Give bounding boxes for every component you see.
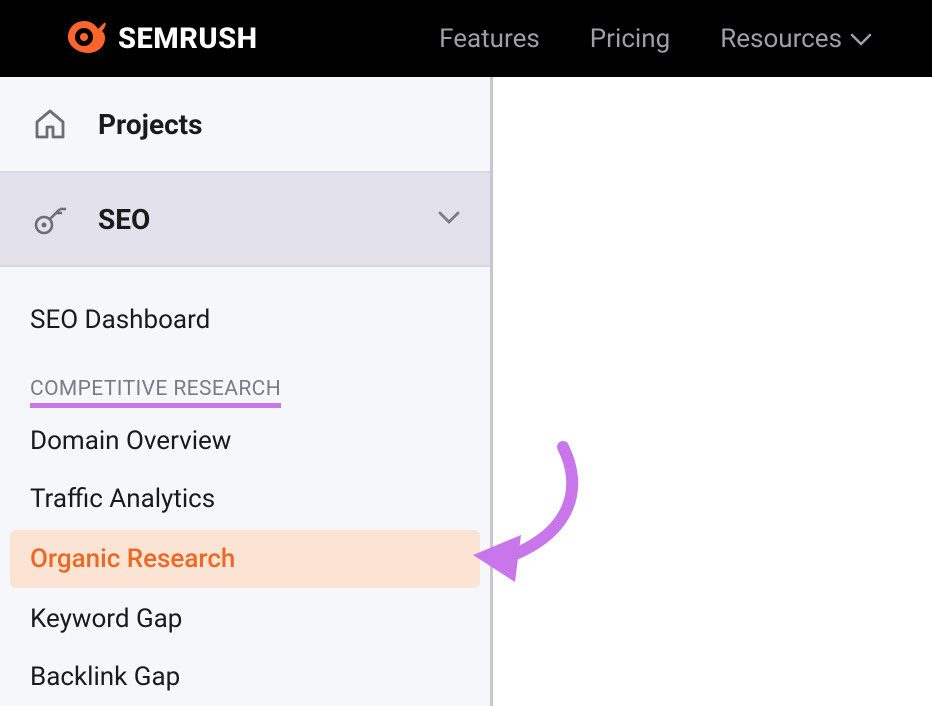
sidebar-item-traffic-analytics[interactable]: Traffic Analytics [30,470,460,528]
top-header: SEMRUSH Features Pricing Resources [0,0,932,77]
annotation-arrow-icon [453,437,603,601]
main-content [493,77,932,706]
content-wrap: Projects SEO [0,77,932,706]
nav-resources-label: Resources [720,24,842,54]
chevron-down-icon [438,210,460,229]
seo-submenu: SEO Dashboard COMPETITIVE RESEARCH Domai… [0,267,490,706]
nav-features[interactable]: Features [439,24,540,54]
sidebar-item-label: SEO Dashboard [30,305,210,335]
nav-pricing-label: Pricing [590,24,670,54]
sidebar-item-domain-overview[interactable]: Domain Overview [30,412,460,470]
sidebar-item-seo[interactable]: SEO [0,171,490,267]
left-sidebar: Projects SEO [0,77,493,706]
sidebar-item-label: Organic Research [30,544,235,574]
semrush-flame-icon [60,13,108,65]
sidebar-item-label: Traffic Analytics [30,484,215,514]
nav-resources[interactable]: Resources [720,24,872,54]
nav-pricing[interactable]: Pricing [590,24,670,54]
brand-logo[interactable]: SEMRUSH [60,13,258,65]
sidebar-item-seo-dashboard[interactable]: SEO Dashboard [30,291,460,349]
sidebar-item-label: Backlink Gap [30,662,180,692]
category-competitive-research: COMPETITIVE RESEARCH [30,377,281,408]
chevron-down-icon [850,24,872,54]
home-icon [30,107,70,141]
sidebar-item-label: Keyword Gap [30,604,182,634]
nav-features-label: Features [439,24,540,54]
sidebar-item-keyword-gap[interactable]: Keyword Gap [30,590,460,648]
sidebar-item-label: SEO [98,203,150,236]
brand-name: SEMRUSH [118,22,258,56]
target-key-icon [30,201,70,237]
sidebar-item-label: Domain Overview [30,426,231,456]
sidebar-item-organic-research[interactable]: Organic Research [10,530,480,588]
sidebar-item-projects[interactable]: Projects [0,77,490,171]
sidebar-item-backlink-gap[interactable]: Backlink Gap [30,648,460,706]
sidebar-item-label: Projects [98,108,203,141]
